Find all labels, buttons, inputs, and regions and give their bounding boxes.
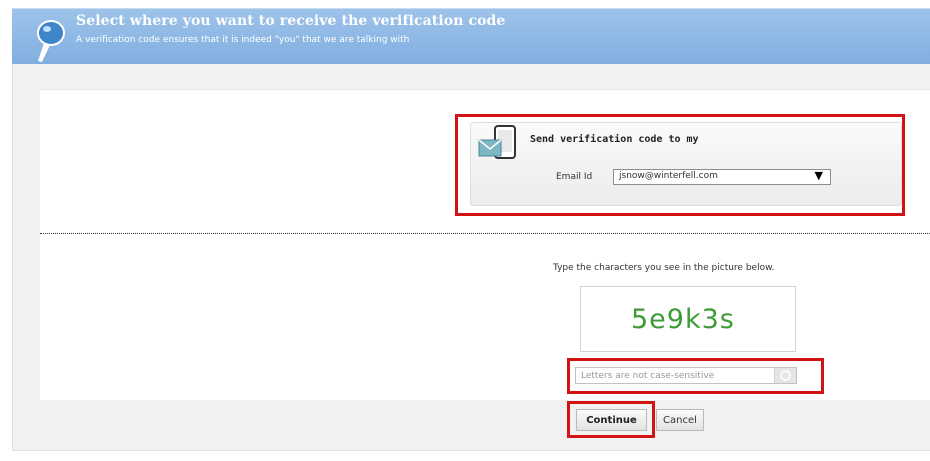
email-id-label: Email Id bbox=[556, 172, 593, 182]
page-subtitle: A verification code ensures that it is i… bbox=[76, 35, 410, 45]
dropdown-arrow-icon[interactable]: ▼ bbox=[815, 169, 823, 182]
send-option-heading: Send verification code to my bbox=[530, 134, 699, 145]
captcha-input-highlight bbox=[567, 358, 824, 394]
captcha-instruction: Type the characters you see in the pictu… bbox=[553, 263, 775, 273]
captcha-image: 5e9k3s bbox=[580, 286, 796, 352]
section-divider bbox=[40, 233, 930, 234]
page-title: Select where you want to receive the ver… bbox=[76, 13, 506, 29]
cancel-button[interactable]: Cancel bbox=[656, 409, 704, 431]
continue-button-highlight bbox=[567, 401, 655, 438]
pin-icon bbox=[37, 20, 65, 62]
email-select-value: jsnow@winterfell.com bbox=[619, 171, 718, 181]
captcha-image-text: 5e9k3s bbox=[631, 304, 735, 335]
mobile-mail-icon bbox=[478, 125, 516, 159]
header-banner: Select where you want to receive the ver… bbox=[12, 8, 930, 65]
email-select[interactable]: jsnow@winterfell.com ▼ bbox=[613, 169, 831, 185]
